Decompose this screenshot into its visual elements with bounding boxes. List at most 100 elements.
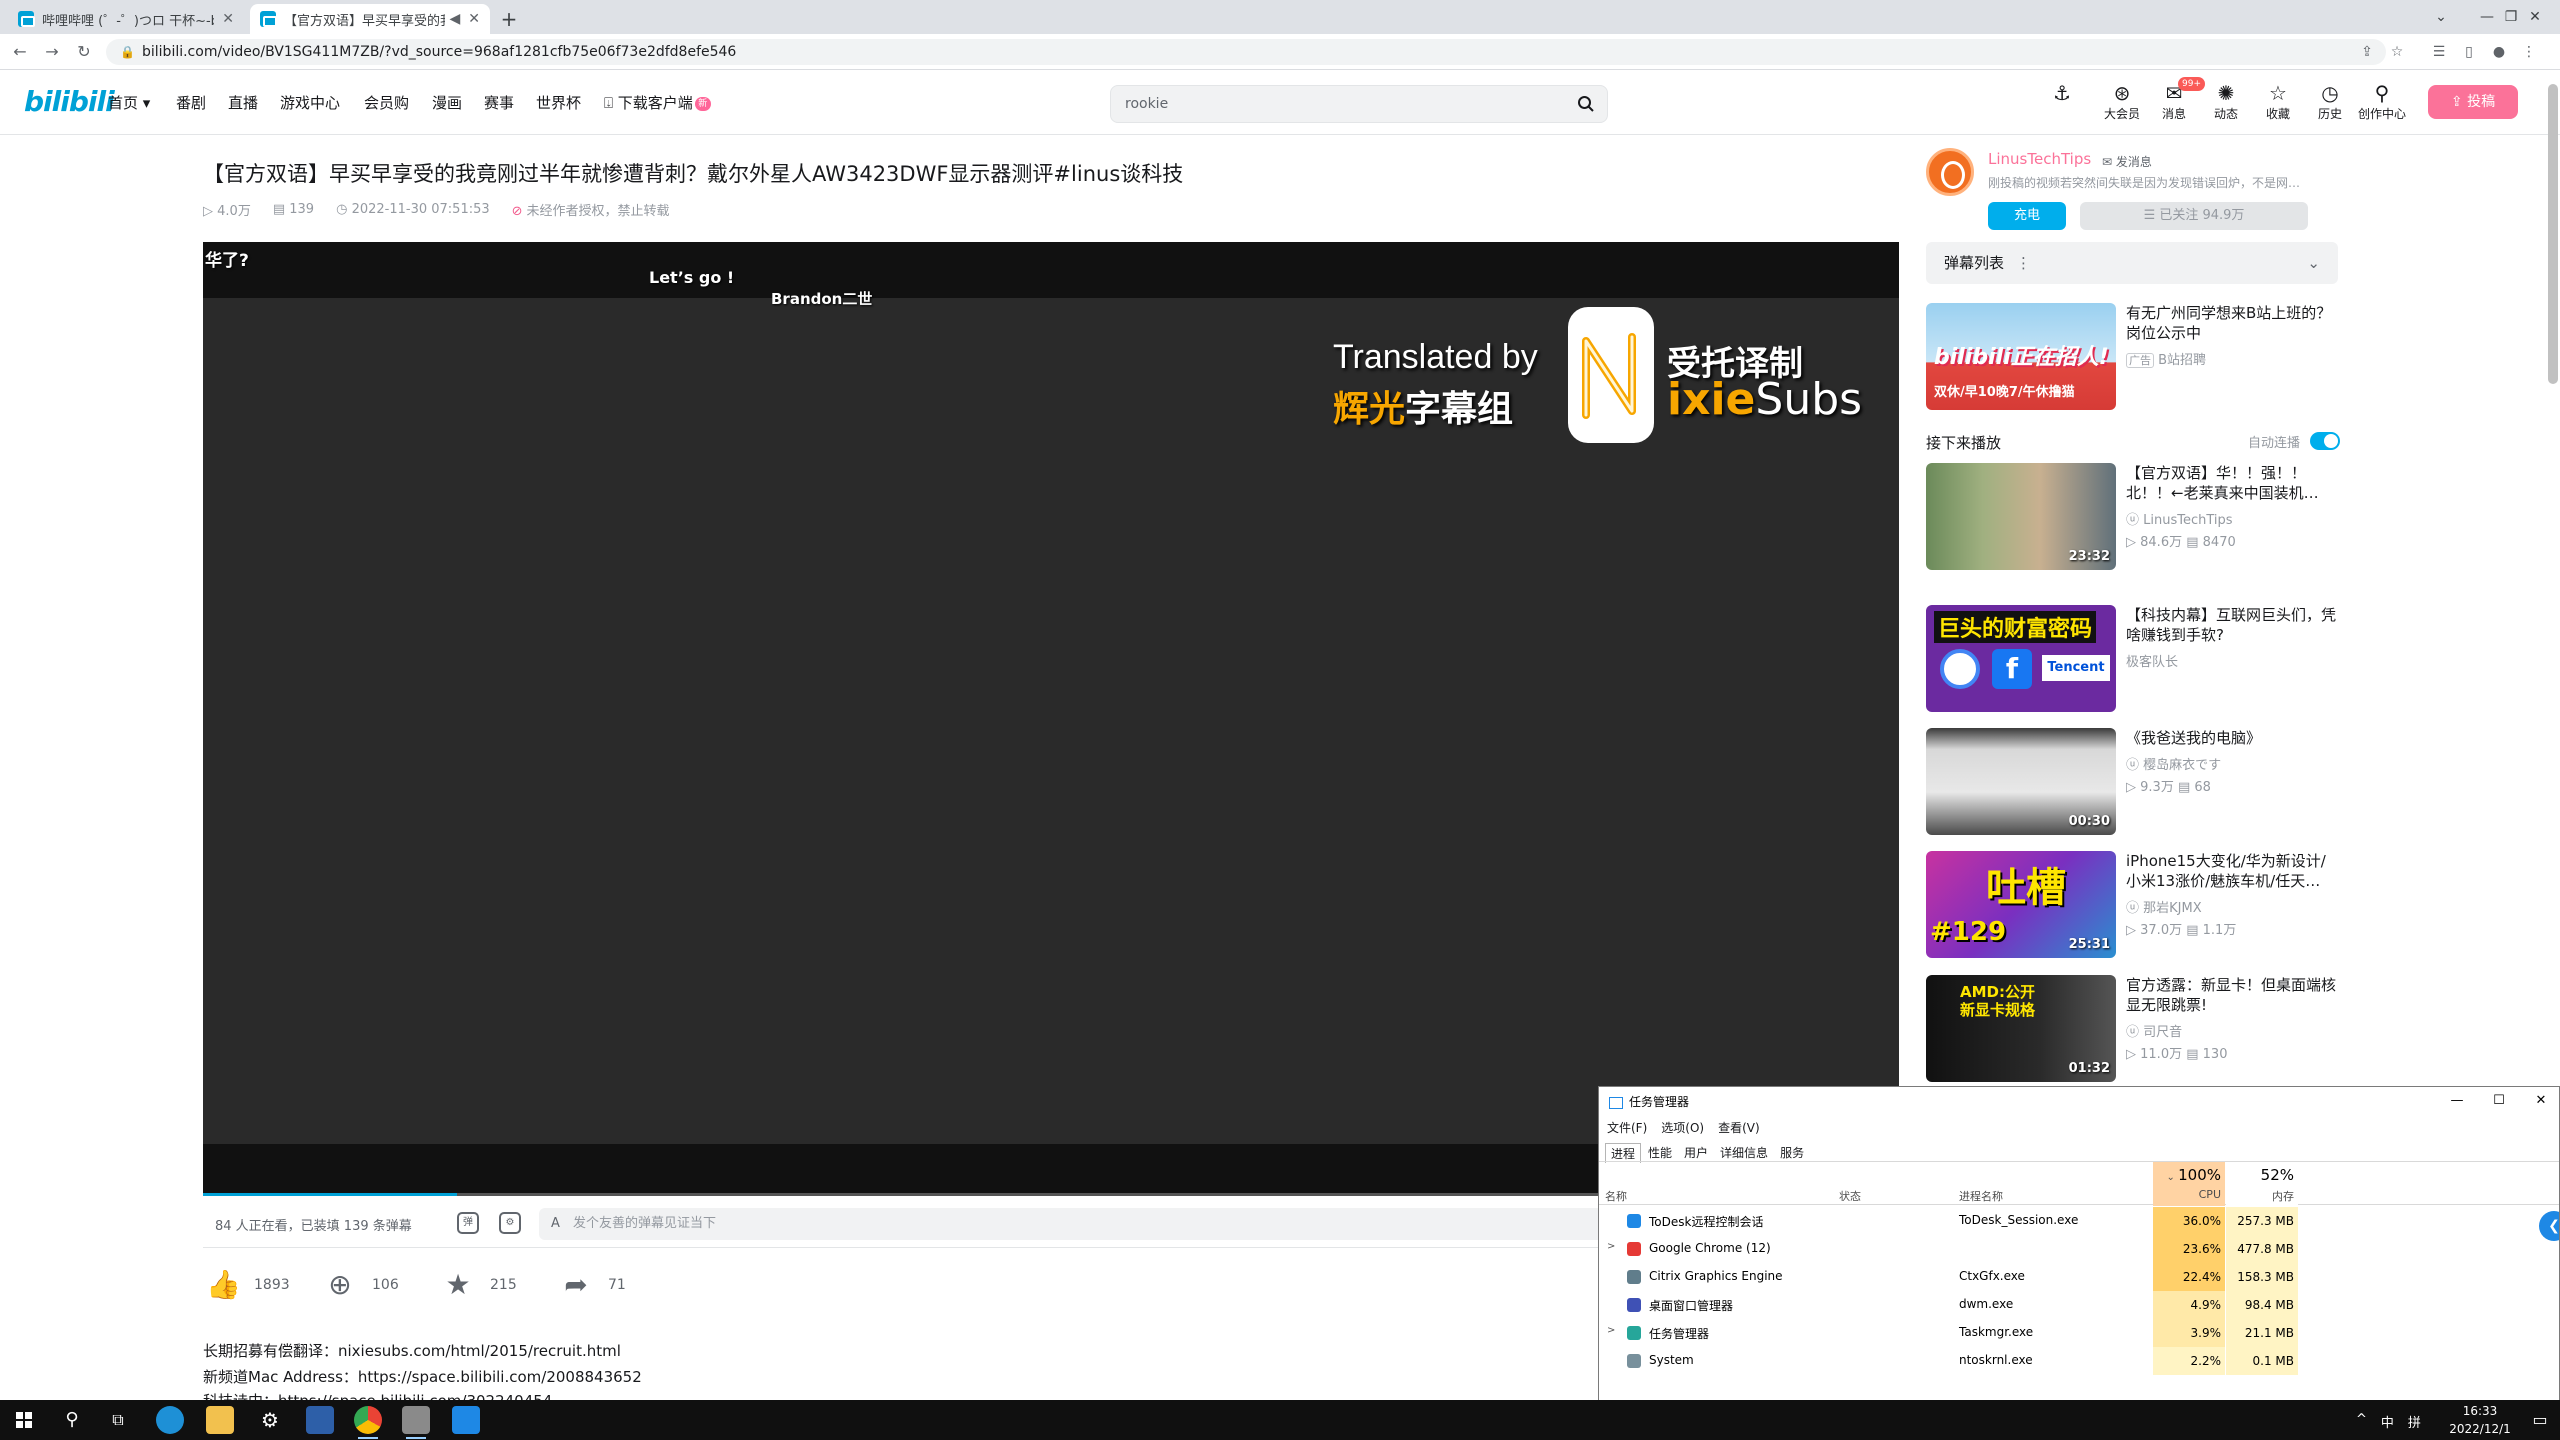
ad-card[interactable]: bilibili正在招人! 双休/早10晚7/午休撸猫 有无广州同学想来B站上班…: [1926, 303, 2346, 411]
tm-process-row[interactable]: > Google Chrome (12) 23.6% 477.8 MB: [1599, 1235, 2559, 1263]
uploader-avatar[interactable]: [1926, 148, 1974, 196]
tab-close-icon[interactable]: ✕: [222, 11, 234, 27]
header-creator-center[interactable]: ⚲ 创作中心: [2354, 81, 2410, 122]
danmaku-style-icon[interactable]: A: [551, 1208, 560, 1240]
tm-tab-users[interactable]: 用户: [1679, 1143, 1713, 1163]
search-icon[interactable]: ⚲: [58, 1406, 86, 1434]
tm-process-row[interactable]: 桌面窗口管理器 dwm.exe 4.9% 98.4 MB: [1599, 1291, 2559, 1319]
coin-button[interactable]: ⊕ 106: [324, 1268, 398, 1301]
tm-tab-services[interactable]: 服务: [1775, 1143, 1809, 1163]
search-icon[interactable]: [1577, 95, 1595, 113]
tm-process-row[interactable]: Citrix Graphics Engine CtxGfx.exe 22.4% 158…: [1599, 1263, 2559, 1291]
notification-icon[interactable]: ▭: [2526, 1406, 2554, 1434]
header-favorite[interactable]: ☆ 收藏: [2250, 81, 2306, 122]
avatar-icon[interactable]: ⚓: [2034, 81, 2090, 105]
nav-esports[interactable]: 赛事: [484, 92, 514, 113]
nav-home[interactable]: 首页 ▾: [108, 92, 150, 113]
file-explorer-icon[interactable]: [206, 1406, 234, 1434]
bilibili-logo[interactable]: bilibili: [24, 85, 115, 118]
settings-gear-icon[interactable]: ⚙: [256, 1406, 284, 1434]
powershell-icon[interactable]: [306, 1406, 334, 1434]
tm-minimize-button[interactable]: —: [2437, 1089, 2477, 1113]
tm-maximize-button[interactable]: ☐: [2479, 1089, 2519, 1113]
header-vip[interactable]: ⊛ 大会员: [2094, 81, 2150, 122]
nav-manga[interactable]: 漫画: [432, 92, 462, 113]
recommend-card[interactable]: AMD:公开 新显卡规格 01:32 官方透露：新显卡！但桌面端核显无限跳票! …: [1926, 975, 2346, 1083]
danmaku-list-toggle[interactable]: 弹幕列表 ⋮ ⌄: [1926, 242, 2338, 284]
ime-pinyin-indicator[interactable]: 拼: [2408, 1412, 2421, 1431]
col-name[interactable]: 名称: [1605, 1188, 1627, 1204]
tm-menu-options[interactable]: 选项(O): [1661, 1119, 1704, 1136]
nav-live[interactable]: 直播: [228, 92, 258, 113]
forward-icon[interactable]: →: [40, 40, 64, 64]
audio-playing-icon[interactable]: ◀: [449, 11, 460, 27]
browser-tab-bilibili-home[interactable]: 哔哩哔哩 (゜-゜)つロ 干杯~-bilib ✕: [8, 4, 244, 34]
sidebar-icon[interactable]: ▯: [2460, 43, 2478, 61]
upload-button[interactable]: ⇪ 投稿: [2428, 85, 2518, 119]
recommend-card[interactable]: 23:32 【官方双语】华！！强！！北！！←老莱真来中国装机… ⓤ LinusT…: [1926, 463, 2346, 571]
col-process-name[interactable]: 进程名称: [1959, 1188, 2003, 1204]
nav-mall[interactable]: 会员购: [364, 92, 409, 113]
todesk-icon[interactable]: [452, 1406, 480, 1434]
nav-download-client[interactable]: ⍗ 下载客户端新: [604, 92, 711, 113]
task-view-icon[interactable]: ⧉: [104, 1406, 132, 1434]
tm-process-row[interactable]: > 任务管理器 Taskmgr.exe 3.9% 21.1 MB: [1599, 1319, 2559, 1347]
tm-tab-processes[interactable]: 进程: [1605, 1143, 1642, 1163]
tab-search-icon[interactable]: ⌄: [2418, 4, 2464, 30]
reading-list-icon[interactable]: ☰: [2430, 43, 2448, 61]
menu-icon[interactable]: ⋮: [2520, 43, 2538, 61]
recommend-card[interactable]: 00:30 《我爸送我的电脑》 ⓤ 樱岛麻衣です ▷ 9.3万 ▤ 68: [1926, 728, 2346, 836]
video-player[interactable]: 华了? Let’s go ! Brandon二世 Translated by 辉…: [203, 242, 1899, 1196]
more-icon[interactable]: ⋮: [2016, 254, 2031, 272]
tm-menu-view[interactable]: 查看(V): [1718, 1119, 1760, 1136]
header-message[interactable]: ✉ 99+ 消息: [2146, 77, 2205, 122]
tm-tab-performance[interactable]: 性能: [1643, 1143, 1677, 1163]
header-history[interactable]: ◷ 历史: [2302, 81, 2358, 122]
tm-process-row[interactable]: ToDesk远程控制会话 ToDesk_Session.exe 36.0% 257.3…: [1599, 1207, 2559, 1235]
uploader-name[interactable]: LinusTechTips: [1988, 150, 2091, 168]
tm-menu-file[interactable]: 文件(F): [1607, 1119, 1647, 1136]
tray-expand-icon[interactable]: ^: [2356, 1412, 2367, 1431]
charge-button[interactable]: 充电: [1988, 202, 2066, 230]
task-manager-taskbar-icon[interactable]: [402, 1406, 430, 1439]
nav-anime[interactable]: 番剧: [176, 92, 206, 113]
profile-icon[interactable]: ●: [2490, 43, 2508, 61]
chrome-icon[interactable]: [354, 1406, 382, 1439]
ime-chinese-indicator[interactable]: 中: [2381, 1412, 2394, 1431]
tm-process-row[interactable]: System ntoskrnl.exe 2.2% 0.1 MB: [1599, 1347, 2559, 1375]
recommend-card[interactable]: 巨头的财富密码 f Tencent 【科技内幕】互联网巨头们，凭啥赚钱到手软? …: [1926, 605, 2346, 713]
tm-close-button[interactable]: ✕: [2521, 1089, 2559, 1113]
recommend-card[interactable]: 吐槽 #129 25:31 iPhone15大变化/华为新设计/小米13涨价/魅…: [1926, 851, 2346, 959]
tab-close-icon[interactable]: ✕: [468, 11, 480, 27]
page-scrollbar[interactable]: [2548, 84, 2558, 384]
share-icon[interactable]: ⇪: [2358, 43, 2376, 61]
bookmark-star-icon[interactable]: ☆: [2388, 43, 2406, 61]
reload-icon[interactable]: ↻: [72, 40, 96, 64]
col-memory[interactable]: 52% 内存: [2226, 1162, 2298, 1206]
browser-tab-video[interactable]: 【官方双语】早买早享受的我竟 ◀ ✕: [250, 4, 490, 34]
edge-icon[interactable]: [156, 1406, 184, 1434]
taskbar-clock[interactable]: 16:33 2022/12/1: [2440, 1402, 2520, 1438]
favorite-button[interactable]: ★ 215: [442, 1268, 516, 1301]
share-button[interactable]: ➦ 71: [560, 1268, 626, 1301]
back-icon[interactable]: ←: [8, 40, 32, 64]
followed-button[interactable]: ☰ 已关注 94.9万: [2080, 202, 2308, 230]
send-message-link[interactable]: ✉ 发消息: [2102, 153, 2152, 170]
new-tab-button[interactable]: +: [494, 4, 524, 34]
search-input[interactable]: rookie: [1110, 85, 1608, 123]
col-cpu[interactable]: ⌄ 100% CPU: [2153, 1162, 2225, 1206]
header-dynamic[interactable]: ✺ 动态: [2198, 81, 2254, 122]
address-bar[interactable]: 🔒 bilibili.com/video/BV1SG411M7ZB/?vd_so…: [106, 39, 2386, 65]
nav-game-center[interactable]: 游戏中心: [280, 92, 340, 113]
close-window-button[interactable]: ✕: [2512, 4, 2558, 30]
expand-chevron-icon[interactable]: >: [1607, 1241, 1615, 1252]
windows-start-icon[interactable]: [10, 1406, 38, 1434]
danmaku-settings-icon[interactable]: ⚙: [499, 1212, 521, 1234]
tm-tab-details[interactable]: 详细信息: [1715, 1143, 1773, 1163]
col-status[interactable]: 状态: [1839, 1188, 1861, 1204]
autoplay-toggle[interactable]: [2310, 432, 2340, 450]
like-button[interactable]: 👍 1893: [206, 1268, 290, 1301]
nav-worldcup[interactable]: 世界杯: [536, 92, 581, 113]
danmaku-toggle-icon[interactable]: 弹: [457, 1212, 479, 1234]
expand-chevron-icon[interactable]: >: [1607, 1325, 1615, 1336]
